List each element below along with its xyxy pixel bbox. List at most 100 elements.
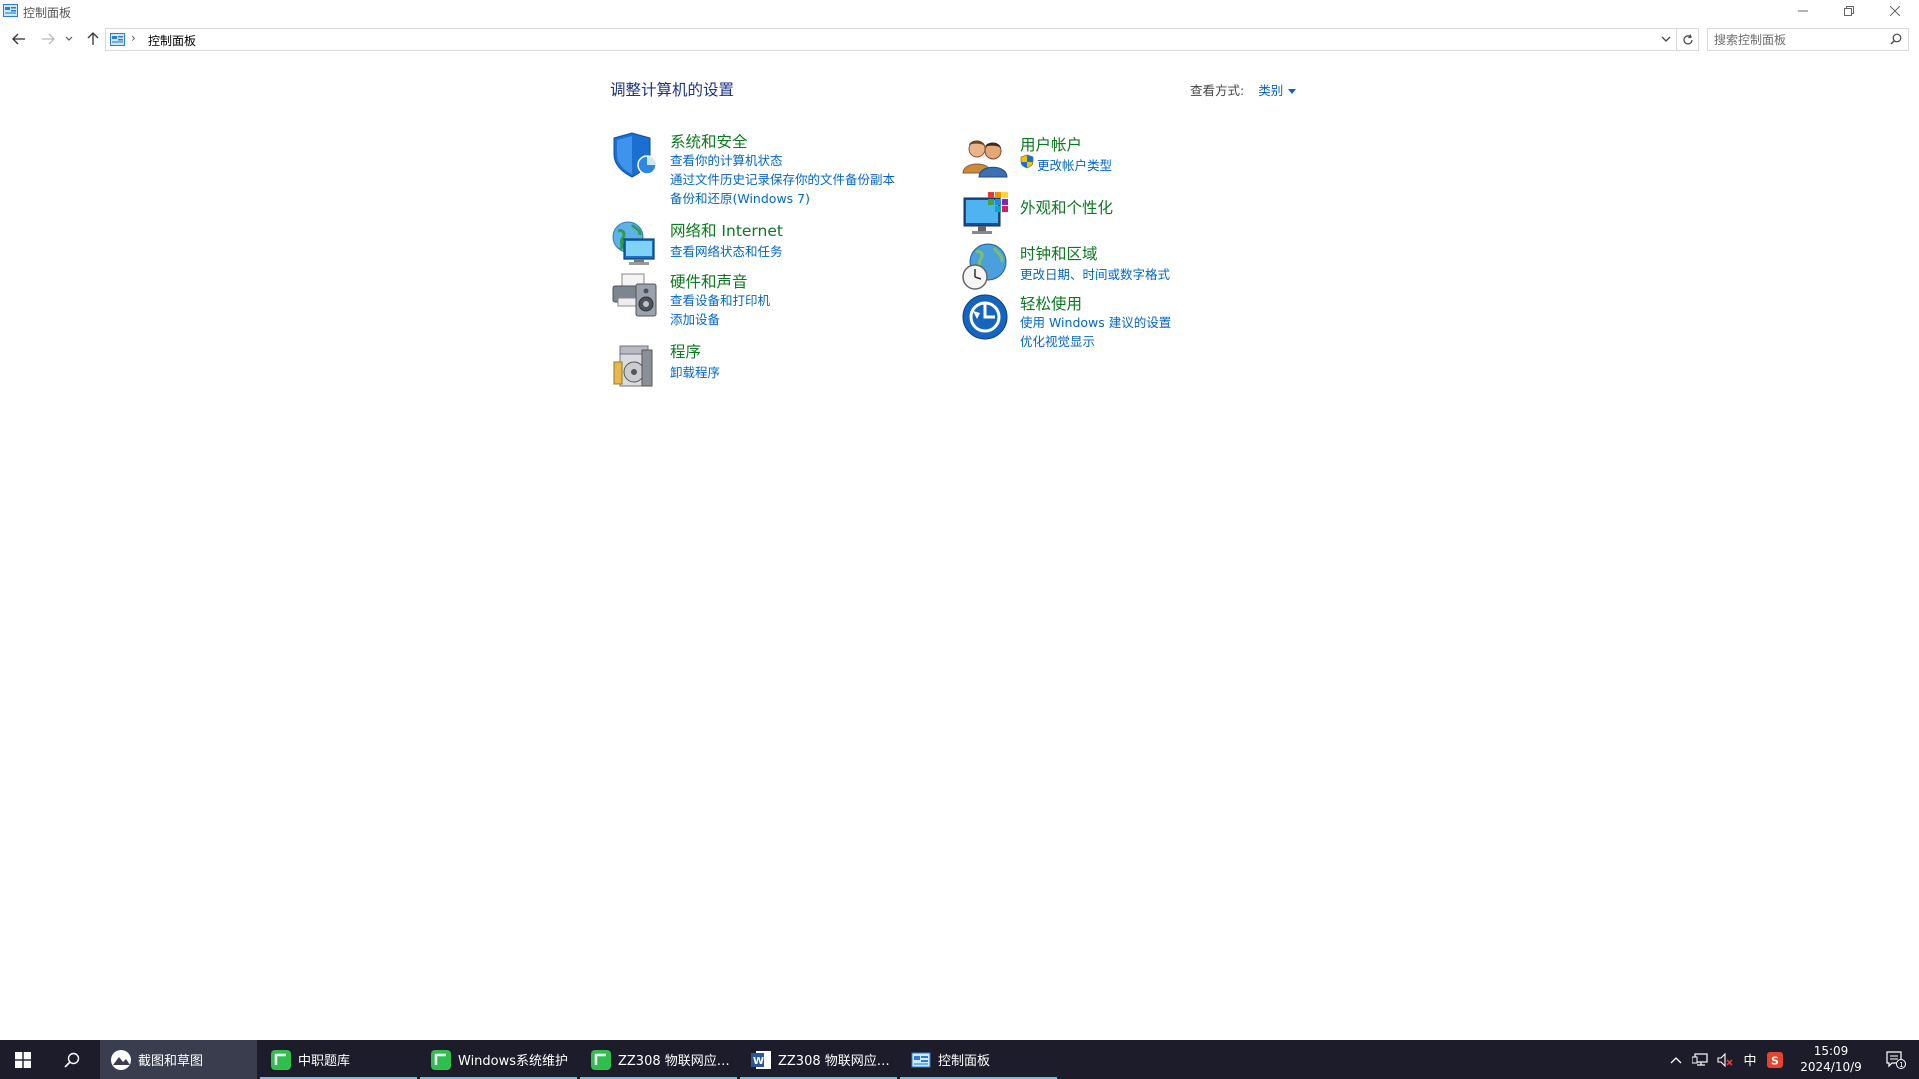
taskbar-app-label: 截图和草图	[138, 1054, 204, 1069]
category-title-hardware-sound[interactable]: 硬件和声音	[670, 270, 748, 292]
sogou-ime-tray-button[interactable]: S	[1764, 1040, 1786, 1079]
arrow-up-icon	[87, 32, 99, 45]
clock-globe-icon[interactable]	[960, 242, 1010, 292]
forward-button[interactable]	[37, 29, 59, 49]
caret-down-icon	[1288, 89, 1297, 94]
category-system-security: 系统和安全 查看你的计算机状态 通过文件历史记录保存你的文件备份副本 备份和还原…	[610, 130, 910, 210]
taskbar-app-zz308-word[interactable]: W ZZ308 物联网应用...	[740, 1040, 897, 1079]
category-title-user-accounts[interactable]: 用户帐户	[1020, 133, 1082, 155]
taskbar-search-button[interactable]	[49, 1040, 95, 1079]
ime-indicator[interactable]: 中	[1738, 1040, 1762, 1079]
close-icon	[1890, 6, 1900, 16]
navigation-bar: › 控制面板	[0, 25, 1919, 53]
link-view-network-status[interactable]: 查看网络状态和任务	[670, 241, 783, 260]
clock-time: 15:09	[1813, 1044, 1849, 1058]
control-panel-icon	[3, 4, 18, 17]
restore-icon	[1844, 6, 1854, 16]
taskbar-app-snip-sketch[interactable]: 截图和草图	[100, 1040, 257, 1079]
svg-text:S: S	[1771, 1054, 1779, 1067]
green-app-icon	[431, 1049, 451, 1070]
network-icon	[1692, 1052, 1708, 1066]
link-use-windows-recommended[interactable]: 使用 Windows 建议的设置	[1020, 312, 1171, 331]
back-button[interactable]	[8, 29, 30, 49]
view-by-dropdown[interactable]: 类别	[1258, 83, 1297, 98]
search-icon[interactable]	[1890, 33, 1902, 45]
search-input[interactable]	[1714, 32, 1884, 48]
breadcrumb-separator[interactable]: ›	[131, 31, 136, 45]
taskbar-app-zz308-green[interactable]: ZZ308 物联网应用...	[580, 1040, 737, 1079]
category-title-network-internet[interactable]: 网络和 Internet	[670, 219, 783, 241]
control-panel-icon	[911, 1052, 931, 1067]
category-user-accounts: 用户帐户 更改帐户类型	[960, 133, 1260, 183]
breadcrumb-control-panel[interactable]: 控制面板	[148, 32, 196, 49]
link-change-account-type[interactable]: 更改帐户类型	[1037, 155, 1112, 174]
chevron-up-icon	[1670, 1056, 1682, 1063]
link-file-history-backup[interactable]: 通过文件历史记录保存你的文件备份副本	[670, 169, 895, 188]
shield-icon[interactable]	[610, 130, 660, 180]
recent-locations-button[interactable]	[62, 29, 76, 49]
printer-speaker-icon[interactable]	[610, 270, 660, 320]
taskbar-clock[interactable]: 15:09 2024/10/9	[1786, 1043, 1876, 1075]
snip-sketch-icon	[111, 1049, 131, 1070]
close-button[interactable]	[1872, 0, 1918, 22]
link-backup-restore-win7[interactable]: 备份和还原(Windows 7)	[670, 188, 810, 207]
programs-disc-icon[interactable]	[610, 340, 660, 390]
category-title-clock-region[interactable]: 时钟和区域	[1020, 242, 1098, 264]
taskbar-app-label: 中职题库	[298, 1054, 351, 1069]
view-by: 查看方式: 类别	[1190, 80, 1297, 99]
refresh-button[interactable]	[1677, 28, 1699, 51]
notification-icon: 1	[1886, 1050, 1906, 1069]
start-button[interactable]	[0, 1040, 46, 1079]
restore-button[interactable]	[1826, 0, 1872, 22]
uac-shield-icon	[1020, 154, 1034, 169]
svg-text:W: W	[753, 1056, 764, 1067]
view-by-value[interactable]: 类别	[1258, 83, 1283, 98]
link-optimize-visual-display[interactable]: 优化视觉显示	[1020, 331, 1095, 350]
network-globe-icon[interactable]	[610, 219, 660, 269]
category-title-ease-of-access[interactable]: 轻松使用	[1020, 292, 1082, 314]
chevron-down-icon[interactable]	[1661, 33, 1671, 45]
sogou-input-icon: S	[1767, 1051, 1783, 1068]
network-tray-button[interactable]	[1688, 1040, 1712, 1079]
category-network-internet: 网络和 Internet 查看网络状态和任务	[610, 219, 910, 269]
show-hidden-icons-button[interactable]	[1665, 1040, 1687, 1079]
clock-date: 2024/10/9	[1800, 1060, 1862, 1074]
windows-logo-icon	[15, 1051, 31, 1068]
up-button[interactable]	[82, 29, 104, 49]
taskbar-app-control-panel[interactable]: 控制面板	[900, 1040, 1057, 1079]
window-title: 控制面板	[23, 6, 72, 20]
view-by-label: 查看方式:	[1190, 83, 1245, 98]
category-title-system-security[interactable]: 系统和安全	[670, 130, 748, 152]
taskbar: 截图和草图 中职题库 Windows系统维护 ZZ308 物联网应用... W …	[0, 1040, 1919, 1079]
green-app-icon	[271, 1049, 291, 1070]
category-clock-region: 时钟和区域 更改日期、时间或数字格式	[960, 242, 1260, 292]
minimize-button[interactable]	[1780, 0, 1826, 22]
users-icon[interactable]	[960, 133, 1010, 183]
address-bar[interactable]: › 控制面板	[105, 28, 1677, 51]
taskbar-app-question-bank[interactable]: 中职题库	[260, 1040, 417, 1079]
taskbar-app-windows-maintenance[interactable]: Windows系统维护	[420, 1040, 577, 1079]
title-bar: 控制面板	[0, 0, 1919, 22]
monitor-palette-icon[interactable]	[960, 190, 1010, 240]
search-box[interactable]	[1707, 28, 1909, 51]
volume-tray-button[interactable]	[1713, 1040, 1737, 1079]
taskbar-app-label: ZZ308 物联网应用...	[618, 1054, 737, 1069]
green-app-icon	[591, 1049, 611, 1070]
chevron-down-icon	[65, 36, 73, 41]
category-title-programs[interactable]: 程序	[670, 340, 701, 362]
link-view-computer-status[interactable]: 查看你的计算机状态	[670, 150, 783, 169]
category-programs: 程序 卸载程序	[610, 340, 910, 390]
link-uninstall-program[interactable]: 卸载程序	[670, 362, 720, 381]
link-change-date-time-format[interactable]: 更改日期、时间或数字格式	[1020, 264, 1170, 283]
action-center-button[interactable]: 1	[1876, 1040, 1916, 1079]
taskbar-app-label: ZZ308 物联网应用...	[778, 1054, 897, 1069]
link-add-device[interactable]: 添加设备	[670, 309, 720, 328]
category-title-appearance-personalization[interactable]: 外观和个性化	[1020, 196, 1113, 218]
category-hardware-sound: 硬件和声音 查看设备和打印机 添加设备	[610, 270, 910, 330]
minimize-icon	[1798, 10, 1808, 12]
word-icon: W	[751, 1050, 771, 1069]
volume-muted-icon	[1717, 1052, 1733, 1067]
ease-of-access-icon[interactable]	[960, 292, 1010, 342]
control-panel-icon	[110, 33, 125, 46]
link-view-devices-printers[interactable]: 查看设备和打印机	[670, 290, 770, 309]
